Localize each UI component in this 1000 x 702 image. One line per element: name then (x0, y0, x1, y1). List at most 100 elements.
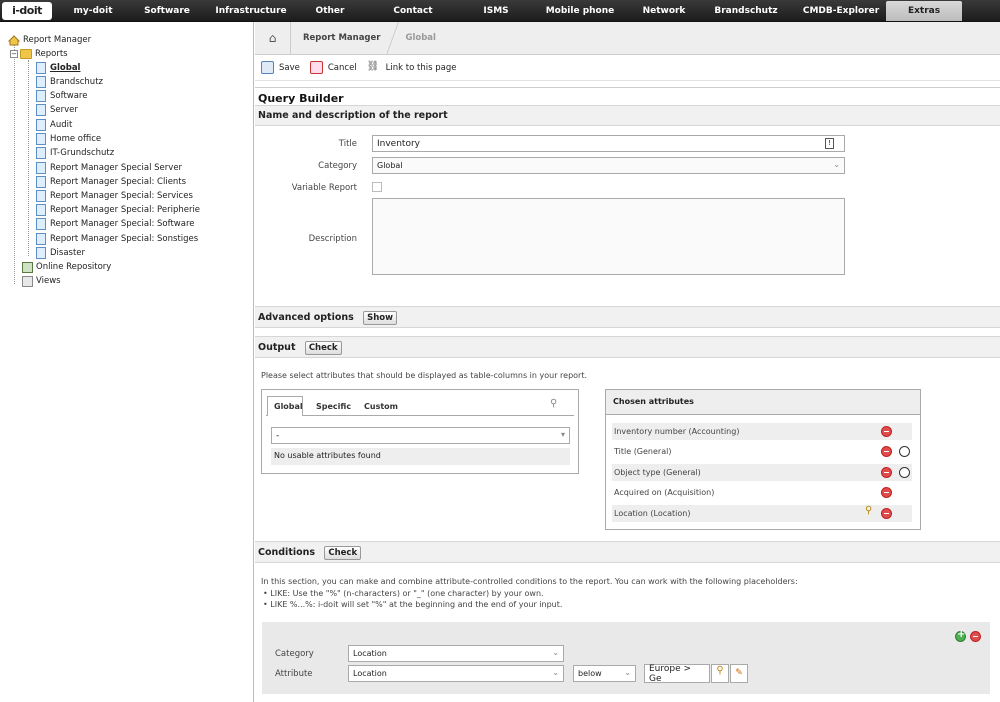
save-icon (261, 61, 274, 74)
location-clear-icon[interactable]: ✎ (730, 664, 748, 683)
nav-software[interactable]: Software (130, 0, 204, 22)
condition-category-label: Category (275, 649, 314, 659)
search-icon[interactable]: ⚲ (550, 398, 557, 409)
tree-label: Report Manager Special: Sonstiges (50, 234, 199, 244)
tree-item-views[interactable]: Views (22, 274, 61, 288)
location-browse-icon[interactable]: ⚲ (711, 664, 729, 683)
chevron-down-icon: ⌄ (624, 668, 631, 677)
nav-network[interactable]: Network (632, 0, 696, 22)
nav-my-doit[interactable]: my-doit (56, 0, 130, 22)
report-icon (36, 218, 46, 230)
tree-item-report[interactable]: Report Manager Special: Clients (36, 175, 186, 189)
advanced-options-label: Advanced options (258, 312, 354, 323)
attribute-select[interactable]: - ▾ (271, 427, 570, 444)
nav-mobile-phone[interactable]: Mobile phone (528, 0, 632, 22)
remove-icon[interactable] (881, 446, 892, 457)
tab-specific[interactable]: Specific (316, 402, 351, 411)
tree-item-report[interactable]: Disaster (36, 246, 85, 260)
chevron-down-icon: ⌄ (833, 160, 840, 169)
magnifier-icon[interactable]: ⚲ (865, 505, 872, 516)
tree-label: Software (50, 91, 88, 101)
tree-item-report-global[interactable]: Global (36, 61, 80, 75)
tree-label: Disaster (50, 248, 86, 258)
tree-item-reports[interactable]: − Reports (10, 47, 68, 61)
output-hint: Please select attributes that should be … (261, 371, 588, 380)
report-icon (36, 247, 46, 259)
condition-attribute-select[interactable]: Location ⌄ (348, 665, 564, 682)
condition-block: Category Location ⌄ Attribute Location ⌄… (262, 622, 990, 694)
tree-item-report[interactable]: Brandschutz (36, 75, 103, 89)
remove-icon[interactable] (881, 508, 892, 519)
conditions-check-button[interactable]: Check (324, 546, 362, 560)
collapse-icon[interactable]: − (10, 50, 18, 58)
remove-icon[interactable] (881, 487, 892, 498)
description-textarea[interactable] (372, 198, 845, 275)
link-icon: ⛓ (366, 61, 380, 72)
tree-item-report[interactable]: Report Manager Special: Peripherie (36, 203, 200, 217)
conditions-bullet-like: • LIKE: Use the "%" (n-characters) or "_… (263, 589, 544, 598)
tree-label: IT-Grundschutz (50, 148, 115, 158)
i-doit-logo[interactable]: i-doit (2, 1, 52, 20)
tree-item-report[interactable]: Report Manager Special Server (36, 161, 182, 175)
remove-icon[interactable] (881, 426, 892, 437)
breadcrumb-report-manager[interactable]: Report Manager (291, 33, 392, 43)
home-icon[interactable]: ⌂ (255, 21, 291, 55)
condition-location-input[interactable]: Europe > Ge (644, 664, 710, 684)
add-condition-icon[interactable] (955, 629, 966, 642)
cancel-button[interactable]: Cancel (309, 61, 357, 74)
report-icon (36, 119, 46, 131)
tree-item-report[interactable]: Home office (36, 132, 101, 146)
chosen-attribute-row[interactable]: Title (General) (612, 443, 912, 460)
condition-category-select[interactable]: Location ⌄ (348, 645, 564, 662)
tree-item-report-manager[interactable]: Report Manager (8, 33, 91, 47)
tree-label: Home office (50, 134, 102, 144)
description-label: Description (308, 234, 357, 244)
tree-item-report[interactable]: Audit (36, 118, 72, 132)
show-advanced-button[interactable]: Show (363, 311, 397, 325)
nav-contact[interactable]: Contact (362, 0, 464, 22)
condition-operator-select[interactable]: below ⌄ (573, 665, 636, 682)
variable-report-checkbox[interactable] (372, 182, 382, 192)
chosen-attribute-label: Location (Location) (614, 509, 691, 518)
link-label: Link to this page (385, 62, 457, 73)
chosen-attributes-panel: Chosen attributes Inventory number (Acco… (605, 389, 921, 530)
title-input[interactable]: Inventory ! (372, 135, 845, 152)
top-navigation: i-doit my-doit Software Infrastructure O… (0, 0, 1000, 22)
tree-item-online-repository[interactable]: Online Repository (22, 260, 111, 274)
nav-infrastructure[interactable]: Infrastructure (204, 0, 298, 22)
nav-other[interactable]: Other (298, 0, 362, 22)
chosen-attribute-row[interactable]: Acquired on (Acquisition) (612, 484, 912, 501)
breadcrumb: ⌂ Report Manager Global (255, 21, 1000, 55)
link-to-page-button[interactable]: ⛓ Link to this page (367, 61, 457, 74)
attribute-select-value: - (276, 430, 280, 441)
chosen-attribute-row[interactable]: Object type (General) (612, 464, 912, 481)
tree-item-report[interactable]: Server (36, 103, 78, 117)
sort-radio[interactable] (899, 446, 910, 457)
tree-item-report[interactable]: IT-Grundschutz (36, 146, 114, 160)
output-check-button[interactable]: Check (304, 341, 342, 355)
remove-condition-icon[interactable] (970, 631, 981, 642)
nav-brandschutz[interactable]: Brandschutz (696, 0, 796, 22)
tree-item-report[interactable]: Software (36, 89, 87, 103)
chevron-down-icon: ⌄ (552, 668, 559, 677)
conditions-intro: In this section, you can make and combin… (261, 577, 798, 586)
condition-attribute-value: Location (353, 669, 387, 678)
tab-global[interactable]: Global (274, 402, 303, 411)
remove-icon[interactable] (881, 467, 892, 478)
save-button[interactable]: Save (261, 61, 300, 74)
nav-extras[interactable]: Extras (886, 1, 962, 21)
main-content: ⌂ Report Manager Global Save Cancel ⛓ Lin… (255, 21, 1000, 702)
tree-item-report[interactable]: Report Manager Special: Services (36, 189, 193, 203)
tree-label: Report Manager (23, 35, 92, 45)
nav-isms[interactable]: ISMS (464, 0, 528, 22)
chosen-attribute-row[interactable]: Inventory number (Accounting) (612, 423, 912, 440)
save-label: Save (279, 62, 300, 73)
sort-radio[interactable] (899, 467, 910, 478)
tree-item-report[interactable]: Report Manager Special: Sonstiges (36, 232, 198, 246)
tree-guide-line (14, 44, 15, 284)
tree-item-report[interactable]: Report Manager Special: Software (36, 217, 195, 231)
category-select[interactable]: Global ⌄ (372, 157, 845, 174)
tab-custom[interactable]: Custom (364, 402, 398, 411)
nav-cmdb-explorer[interactable]: CMDB-Explorer (796, 0, 886, 22)
condition-category-value: Location (353, 649, 387, 658)
